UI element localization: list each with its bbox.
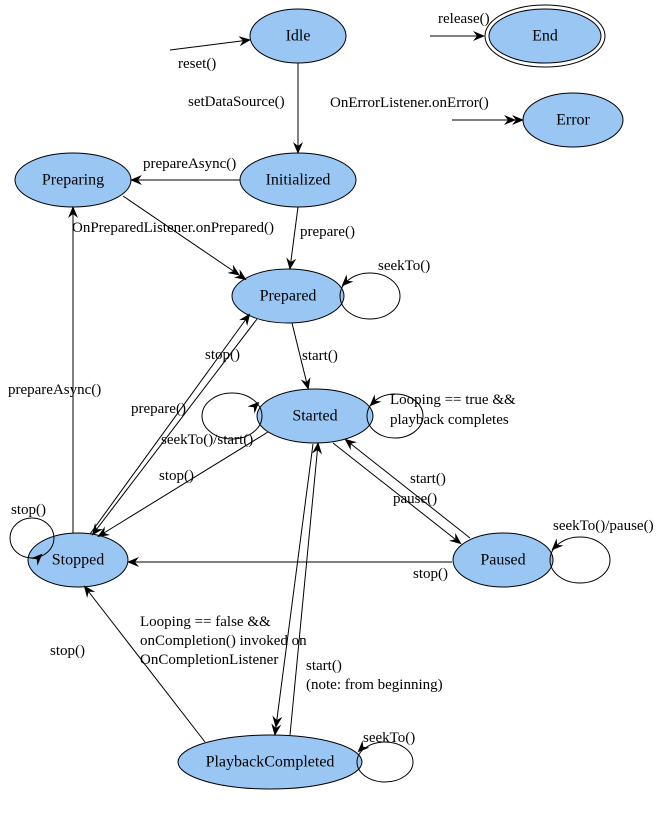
state-preparing-label: Preparing	[42, 172, 104, 189]
edge-looping-false-3: OnCompletionListener	[140, 652, 278, 668]
edge-onprepared-label: OnPreparedListener.onPrepared()	[72, 220, 274, 236]
edge-stopped-prepared-label: prepare()	[131, 401, 186, 417]
edge-prepareasync-top-label: prepareAsync()	[143, 156, 236, 172]
edge-prepared-stopped-label: stop()	[205, 347, 240, 363]
loop-stopped-stop-label: stop()	[11, 502, 46, 518]
state-prepared-label: Prepared	[260, 288, 317, 305]
loop-started-looping-label1: Looping == true &&	[390, 392, 516, 408]
edge-stopped-prepared	[90, 315, 249, 534]
state-paused-label: Paused	[480, 552, 525, 569]
edge-reset-label: reset()	[178, 56, 216, 72]
loop-started-seekto-label: seekTo()/start()	[161, 432, 253, 448]
edge-pc-started-label1: start()	[306, 658, 342, 674]
edge-paused-stopped-label: stop()	[413, 566, 448, 582]
edge-looping-false-1: Looping == false &&	[140, 614, 271, 630]
edge-looping-false-2: onCompletion() invoked on	[140, 633, 307, 649]
edge-started-paused-label: pause()	[393, 491, 437, 507]
edge-release-label: release()	[438, 11, 490, 27]
state-stopped-label: Stopped	[52, 552, 104, 569]
loop-started-looping-label2: playback completes	[390, 412, 509, 428]
loop-paused-seekto-label: seekTo()/pause()	[553, 518, 654, 534]
edge-prepared-started-label: start()	[302, 348, 338, 364]
loop-prepared-seekto	[340, 273, 400, 319]
state-idle-label: Idle	[286, 28, 311, 45]
edge-started-stopped-label: stop()	[159, 468, 194, 484]
edge-pc-started-label2: (note: from beginning)	[306, 677, 443, 693]
loop-pc-seekto-label: seekTo()	[363, 730, 415, 746]
loop-pc-seekto	[357, 742, 413, 782]
loop-paused-seekto	[550, 537, 610, 583]
state-playbackcompleted-label: PlaybackCompleted	[206, 754, 335, 771]
edge-stopped-preparing-label: prepareAsync()	[8, 382, 101, 398]
state-started-label: Started	[292, 408, 337, 425]
edge-pc-stopped-label: stop()	[50, 643, 85, 659]
loop-prepared-seekto-label: seekTo()	[378, 258, 430, 274]
state-error-label: Error	[556, 112, 590, 129]
edge-prepare-init-label: prepare()	[300, 224, 355, 240]
edge-reset	[170, 40, 249, 50]
edge-onprepared	[123, 196, 245, 279]
state-initialized-label: Initialized	[266, 172, 331, 189]
edge-paused-started-label: start()	[410, 471, 446, 487]
edge-setdatasource-label: setDataSource()	[188, 94, 285, 110]
edge-paused-started	[346, 440, 470, 538]
edge-prepare-init	[290, 207, 298, 268]
state-diagram: Idle End Error Initialized Preparing Pre…	[0, 0, 665, 813]
state-end-label: End	[532, 28, 558, 45]
edge-onerror-label: OnErrorListener.onError()	[330, 95, 489, 111]
